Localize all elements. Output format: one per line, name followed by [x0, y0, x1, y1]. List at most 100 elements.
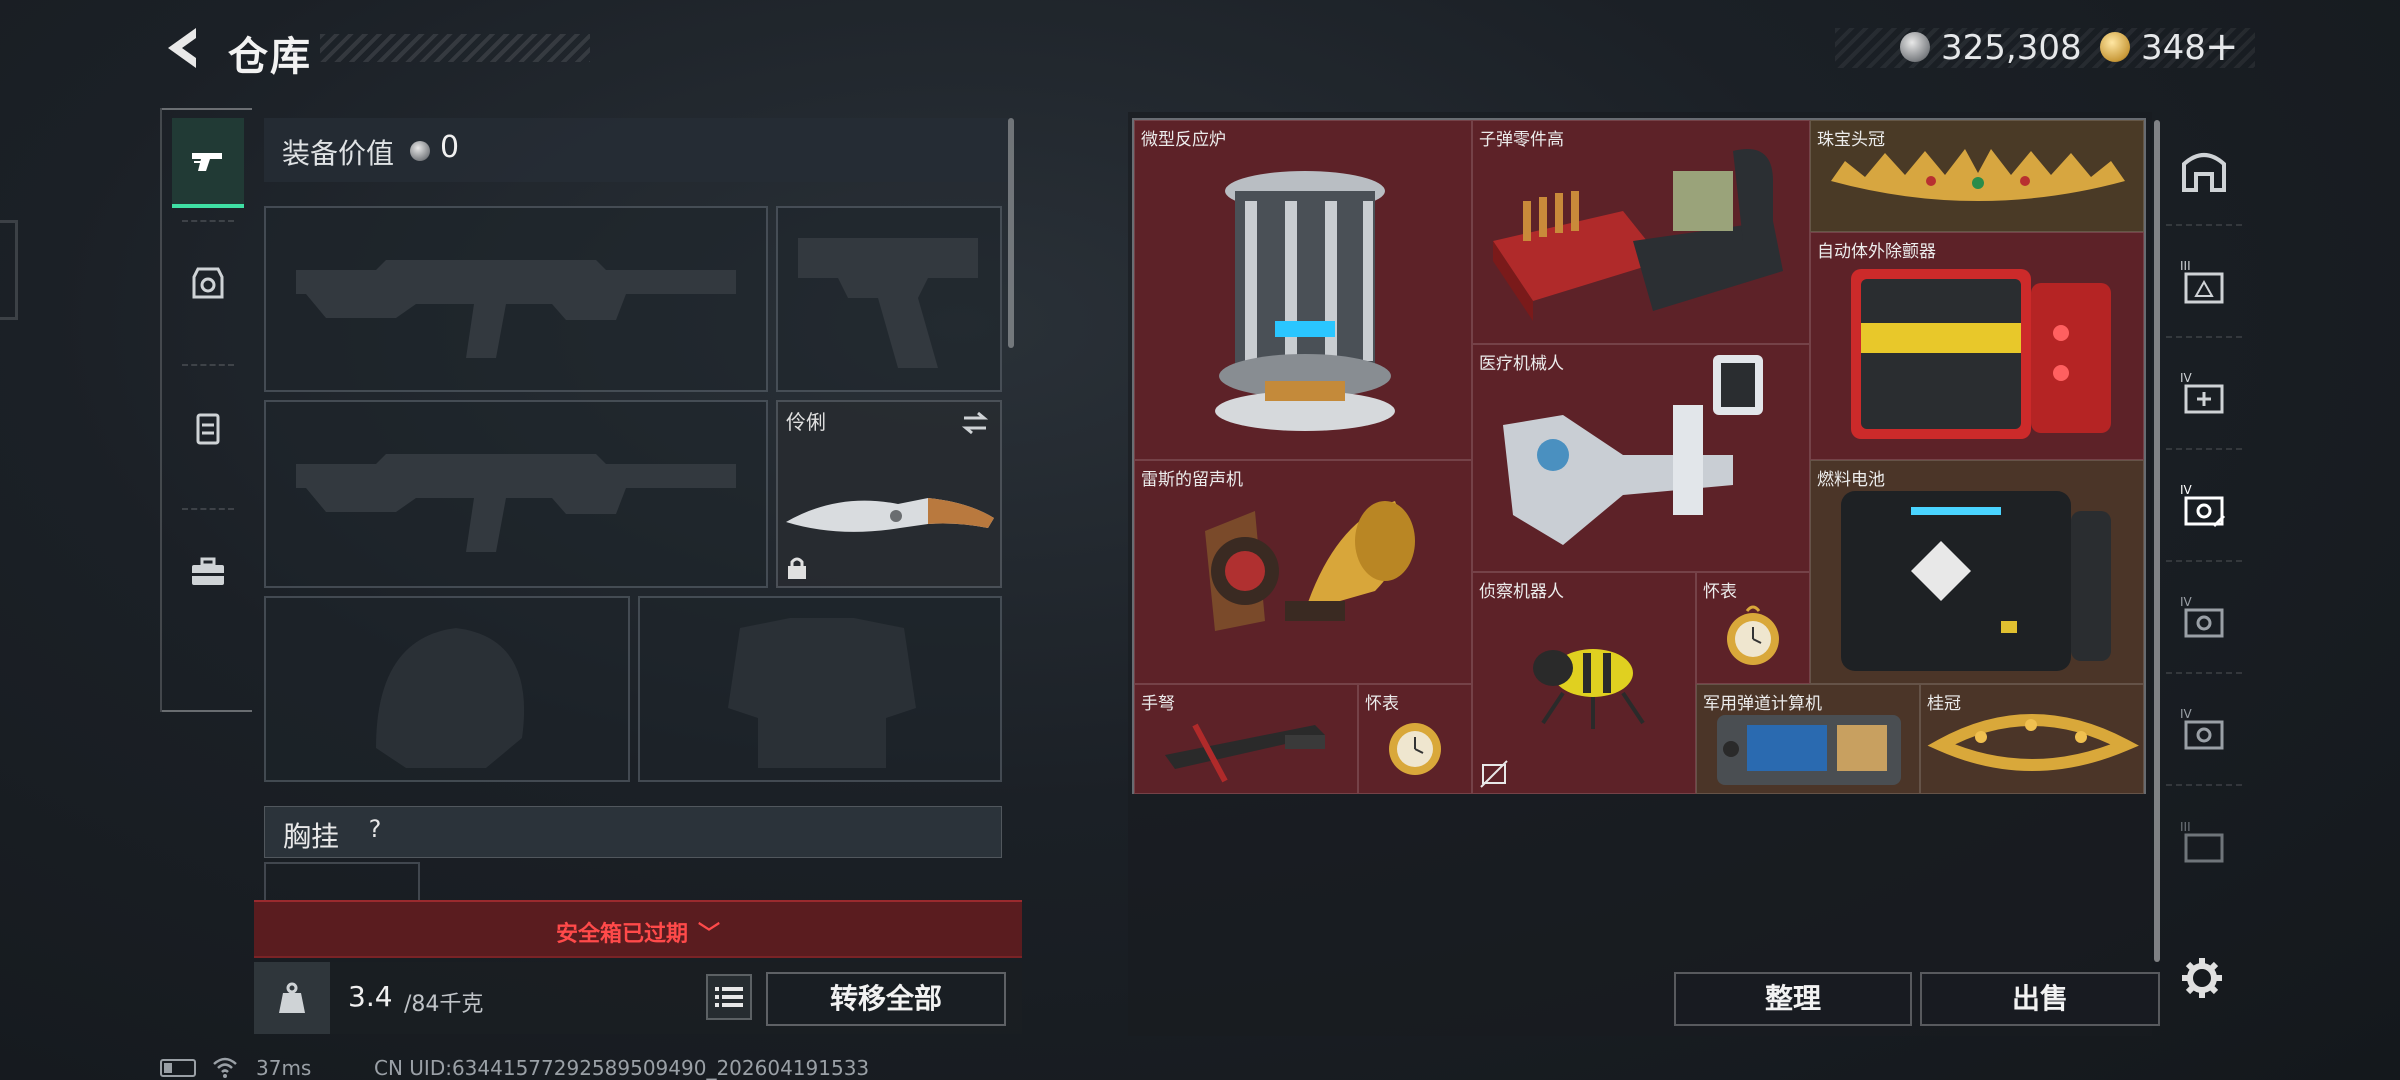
crown-icon: [1831, 149, 2125, 201]
silver-coin-icon: [1900, 32, 1930, 62]
stash-item-phonograph[interactable]: 雷斯的留声机: [1134, 460, 1472, 684]
container-rail: III IV IV IV IV III: [2166, 116, 2242, 936]
ammo-crate-icon: [1493, 149, 1783, 321]
add-gold-button[interactable]: +: [2205, 24, 2239, 70]
tab-medical-container[interactable]: IV: [2166, 340, 2242, 450]
container-tier-icon: IV: [2180, 483, 2226, 528]
stash-item-pocket-watch[interactable]: 怀表: [1696, 572, 1810, 684]
category-rail: [160, 108, 252, 712]
svg-text:IV: IV: [2180, 707, 2193, 721]
stash-item-recon-robot[interactable]: 侦察机器人: [1472, 572, 1696, 794]
safebox-expired-text[interactable]: 安全箱已过期 ﹀: [254, 916, 1022, 948]
battery-icon: [1841, 491, 2111, 671]
stash-item-pocket-watch-2[interactable]: 怀表: [1358, 684, 1472, 794]
weight-icon-box: [254, 962, 330, 1034]
tab-container-4b[interactable]: IV: [2166, 564, 2242, 674]
tab-stash-home[interactable]: [2166, 116, 2242, 226]
safebox-message: 安全箱已过期: [555, 922, 688, 947]
edge-decoration: [0, 220, 18, 320]
ping-text: 37ms: [256, 1056, 312, 1080]
chest-rig-label: 胸挂: [283, 820, 340, 853]
stash-item-hand-crossbow[interactable]: 手弩: [1134, 684, 1358, 794]
gramophone-icon: [1205, 501, 1415, 631]
container-tier-icon: III: [2180, 259, 2224, 304]
svg-text:III: III: [2180, 820, 2191, 834]
no-insure-icon: [1480, 760, 1508, 788]
pistol-icon: [192, 153, 222, 171]
list-view-button[interactable]: [706, 974, 752, 1020]
rifle-silhouette-icon: [296, 260, 736, 358]
pocket-watch-icon: [1727, 605, 1779, 665]
stash-item-medical-robot[interactable]: 医疗机械人: [1472, 344, 1810, 572]
helmet-silhouette-icon: [376, 628, 525, 768]
slot-sidearm[interactable]: [776, 206, 1002, 392]
silver-amount: 325,308: [1941, 28, 2082, 68]
crossbow-icon: [1165, 723, 1325, 783]
chest-rig-header: 胸挂 ?: [264, 806, 1002, 858]
medical-container-icon: IV: [2180, 371, 2224, 414]
stash-item-ballistic-computer[interactable]: 军用弹道计算机: [1696, 684, 1920, 794]
stash-home-icon: [2182, 153, 2226, 192]
equipment-scrollbar[interactable]: [1008, 118, 1014, 348]
stash-item-ammo-parts[interactable]: 子弹零件高: [1472, 120, 1810, 344]
transfer-all-button[interactable]: 转移全部: [766, 972, 1006, 1026]
equipment-value-bar: 装备价值 0: [264, 118, 1008, 182]
equipment-value: 0: [440, 130, 460, 165]
slot-chest-rig[interactable]: [264, 862, 420, 902]
uid-text: CN UID:6344157729258950949​0_20260419153…: [374, 1056, 870, 1080]
pocket-watch-icon: [1389, 723, 1441, 775]
svg-text:IV: IV: [2180, 595, 2193, 609]
gold-amount: 348: [2141, 28, 2206, 68]
slot-melee[interactable]: 伶俐: [776, 400, 1002, 588]
stash-item-aed[interactable]: 自动体外除颤器: [1810, 232, 2144, 460]
stash-item-jewel-crown[interactable]: 珠宝头冠: [1810, 120, 2144, 232]
tab-tools[interactable]: [172, 526, 244, 616]
container-tier-icon: III: [2180, 820, 2224, 863]
battery-icon: [160, 1059, 196, 1077]
slot-primary-weapon-2[interactable]: [264, 400, 768, 588]
back-button[interactable]: [160, 22, 204, 74]
tab-armor[interactable]: [172, 238, 244, 328]
chevron-down-icon: ﹀: [698, 922, 721, 947]
armor-silhouette-icon: [728, 618, 916, 768]
swap-icon[interactable]: [960, 410, 990, 436]
title-decoration: [320, 34, 590, 62]
sort-button[interactable]: 整理: [1674, 972, 1912, 1026]
silver-coin-icon: [410, 141, 430, 161]
svg-text:IV: IV: [2180, 483, 2193, 497]
tab-container-4a[interactable]: IV: [2166, 452, 2242, 562]
list-icon: [715, 987, 743, 1007]
slot-primary-weapon-1[interactable]: [264, 206, 768, 392]
help-icon[interactable]: ?: [359, 815, 391, 847]
stash-item-laurel[interactable]: 桂冠: [1920, 684, 2144, 794]
stash-item-fuel-cell[interactable]: 燃料电池: [1810, 460, 2144, 684]
weight-current: 3.4: [348, 980, 393, 1013]
gold-coin-icon: [2100, 32, 2130, 62]
tab-container-3[interactable]: III: [2166, 228, 2242, 338]
weight-kg-icon: [279, 982, 305, 1013]
melee-weapon-name: 伶俐: [786, 410, 826, 434]
svg-text:IV: IV: [2180, 371, 2193, 385]
pistol-silhouette-icon: [798, 238, 978, 368]
slot-helmet[interactable]: [264, 596, 630, 782]
settings-button[interactable]: [2178, 954, 2226, 1002]
toolbox-icon: [192, 557, 224, 585]
device-icon: [1717, 715, 1901, 785]
svg-text:III: III: [2180, 259, 2191, 273]
currency-bar: 325,308 348 +: [1835, 24, 2255, 70]
slot-body-armor[interactable]: [638, 596, 1002, 782]
sell-button[interactable]: 出售: [1920, 972, 2160, 1026]
safebox-expired-banner[interactable]: 安全箱已过期 ﹀: [254, 900, 1022, 958]
container-tier-icon: IV: [2180, 707, 2224, 750]
laurel-wreath-icon: [1927, 714, 2139, 771]
weight-max: /84千克: [404, 992, 484, 1017]
knife-icon: [786, 498, 994, 532]
gear-icon: [2182, 958, 2222, 998]
stash-item-micro-reactor[interactable]: 微型反应炉: [1134, 120, 1472, 460]
tab-weapons[interactable]: [172, 118, 244, 208]
stash-scrollbar[interactable]: [2154, 120, 2160, 962]
tab-container-4c[interactable]: IV: [2166, 676, 2242, 786]
wifi-icon: [213, 1057, 237, 1078]
tab-container-3b[interactable]: III: [2166, 788, 2242, 898]
tab-backpack[interactable]: [172, 382, 244, 472]
